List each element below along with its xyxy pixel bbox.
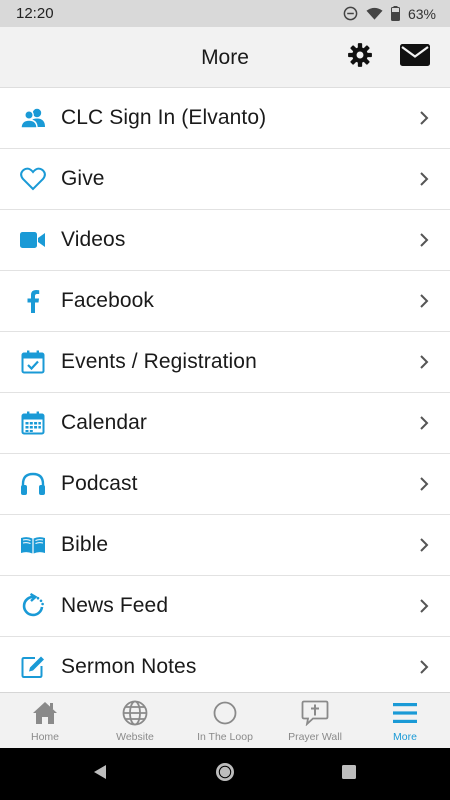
tab-label: Prayer Wall: [288, 731, 342, 743]
menu-item-events-registration[interactable]: Events / Registration: [0, 332, 450, 393]
refresh-feed-icon: [19, 592, 47, 620]
wifi-icon: [366, 7, 383, 21]
menu-item-label: News Feed: [61, 594, 169, 617]
chevron-right-icon: [418, 171, 430, 187]
home-nav-button[interactable]: [213, 762, 237, 786]
open-book-icon: [19, 531, 47, 559]
globe-icon: [121, 699, 149, 727]
tab-label: More: [393, 731, 417, 743]
do-not-disturb-icon: [343, 6, 358, 21]
users-icon: [19, 104, 47, 132]
home-circle-icon: [214, 761, 236, 788]
bottom-tab-bar: Home Website In The Loop Prayer Wall Mor…: [0, 692, 450, 748]
gear-icon: [347, 42, 373, 73]
chevron-right-icon: [418, 354, 430, 370]
system-navigation-bar: [0, 748, 450, 800]
menu-item-sermon-notes[interactable]: Sermon Notes: [0, 637, 450, 692]
heart-icon: [19, 165, 47, 193]
chevron-right-icon: [418, 659, 430, 675]
menu-item-label: Podcast: [61, 472, 138, 495]
menu-item-facebook[interactable]: Facebook: [0, 271, 450, 332]
menu-item-label: Events / Registration: [61, 350, 257, 373]
square-icon: [341, 764, 357, 785]
menu-item-podcast[interactable]: Podcast: [0, 454, 450, 515]
tab-more[interactable]: More: [360, 693, 450, 749]
status-bar: 12:20 63%: [0, 0, 450, 27]
menu-item-give[interactable]: Give: [0, 149, 450, 210]
chevron-right-icon: [418, 598, 430, 614]
tab-in-the-loop[interactable]: In The Loop: [180, 693, 270, 749]
menu-item-videos[interactable]: Videos: [0, 210, 450, 271]
back-button[interactable]: [88, 762, 112, 786]
chevron-right-icon: [418, 293, 430, 309]
settings-button[interactable]: [343, 40, 377, 74]
mail-button[interactable]: [398, 40, 432, 74]
page-title: More: [201, 46, 249, 69]
tab-label: In The Loop: [197, 731, 253, 743]
tab-prayer-wall[interactable]: Prayer Wall: [270, 693, 360, 749]
menu-item-calendar[interactable]: Calendar: [0, 393, 450, 454]
chevron-right-icon: [418, 537, 430, 553]
chevron-right-icon: [418, 415, 430, 431]
chevron-right-icon: [418, 110, 430, 126]
menu-item-label: CLC Sign In (Elvanto): [61, 106, 267, 129]
tab-home[interactable]: Home: [0, 693, 90, 749]
tab-label: Website: [116, 731, 154, 743]
prayer-bubble-icon: [301, 699, 329, 727]
mail-icon: [400, 43, 430, 71]
tab-website[interactable]: Website: [90, 693, 180, 749]
calendar-icon: [19, 409, 47, 437]
menu-item-label: Videos: [61, 228, 126, 251]
battery-icon: [390, 6, 400, 21]
menu-item-label: Calendar: [61, 411, 148, 434]
facebook-icon: [19, 287, 47, 315]
menu-item-label: Bible: [61, 533, 109, 556]
menu-list: CLC Sign In (Elvanto) Give Videos Facebo…: [0, 88, 450, 692]
home-icon: [31, 699, 59, 727]
status-icons: 63%: [343, 6, 436, 22]
menu-item-news-feed[interactable]: News Feed: [0, 576, 450, 637]
menu-item-label: Facebook: [61, 289, 155, 312]
circle-icon: [211, 699, 239, 727]
menu-item-clc-sign-in[interactable]: CLC Sign In (Elvanto): [0, 88, 450, 149]
battery-level: 63%: [407, 5, 436, 22]
chevron-right-icon: [418, 232, 430, 248]
back-triangle-icon: [91, 763, 109, 786]
chevron-right-icon: [418, 476, 430, 492]
menu-item-label: Give: [61, 167, 105, 190]
tab-label: Home: [30, 731, 59, 743]
status-time: 12:20: [16, 5, 54, 22]
app-header: More: [0, 27, 450, 88]
video-camera-icon: [19, 226, 47, 254]
menu-icon: [391, 699, 419, 727]
menu-item-bible[interactable]: Bible: [0, 515, 450, 576]
headphones-icon: [19, 470, 47, 498]
edit-note-icon: [19, 653, 47, 681]
menu-item-label: Sermon Notes: [61, 655, 197, 678]
calendar-check-icon: [19, 348, 47, 376]
recent-apps-button[interactable]: [337, 762, 361, 786]
